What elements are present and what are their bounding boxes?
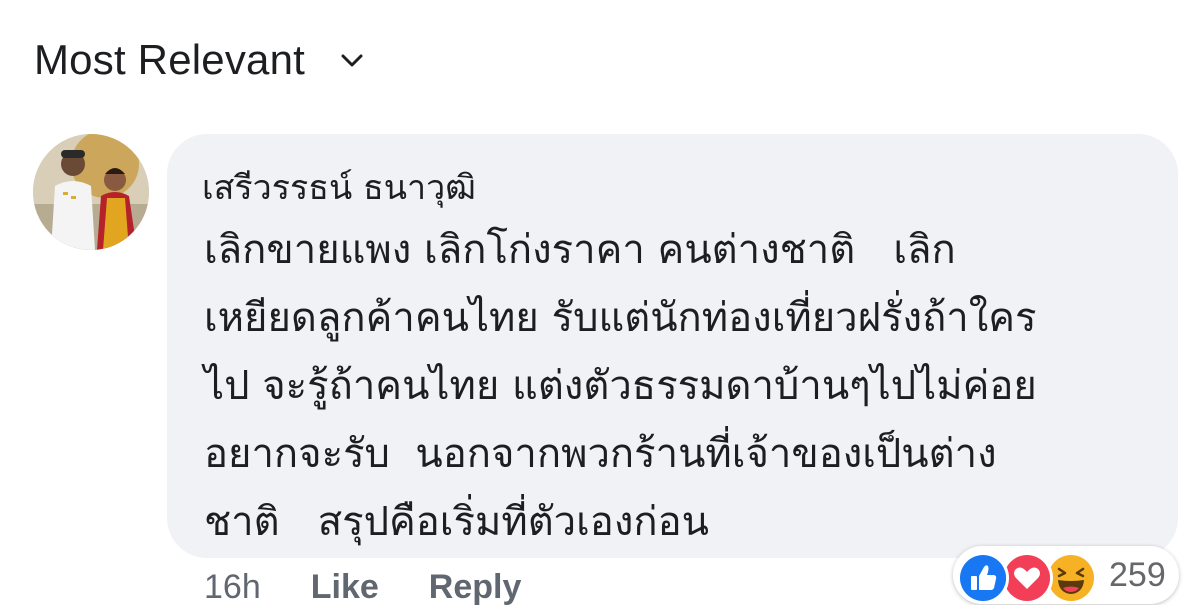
sort-dropdown[interactable]: Most Relevant <box>34 36 365 84</box>
comment-timestamp[interactable]: 16h <box>204 568 261 605</box>
reactions-summary[interactable]: 259 <box>953 546 1179 604</box>
avatar-photo <box>33 134 149 250</box>
reaction-icons <box>953 546 1103 604</box>
comments-section: Most Relevant เสรีวรรธน์ ธนาวุฒิ เลิกขาย… <box>0 0 1200 605</box>
chevron-down-icon <box>341 54 363 67</box>
sort-label: Most Relevant <box>34 36 306 83</box>
comment-line: อยากจะรับ นอกจากพวกร้านที่เจ้าของเป็นต่า… <box>204 431 997 477</box>
comment-line: ไป จะรู้ถ้าคนไทย แต่งตัวธรรมดาบ้านๆไปไม่… <box>204 363 1037 409</box>
like-button[interactable]: Like <box>311 568 379 605</box>
comment-text: เลิกขายแพง เลิกโก่งราคา คนต่างชาติ เลิก … <box>204 216 1164 556</box>
reply-button[interactable]: Reply <box>429 568 522 605</box>
like-icon <box>957 552 1009 604</box>
comment-author[interactable]: เสรีวรรธน์ ธนาวุฒิ <box>202 160 476 214</box>
comment-line: เหยียดลูกค้าคนไทย รับแต่นักท่องเที่ยวฝรั… <box>204 295 1037 341</box>
comment-actions: 16h Like Reply <box>204 568 521 605</box>
comment-line: เลิกขายแพง เลิกโก่งราคา คนต่างชาติ เลิก <box>204 227 956 273</box>
reaction-count: 259 <box>1109 555 1166 594</box>
avatar[interactable] <box>33 134 149 250</box>
